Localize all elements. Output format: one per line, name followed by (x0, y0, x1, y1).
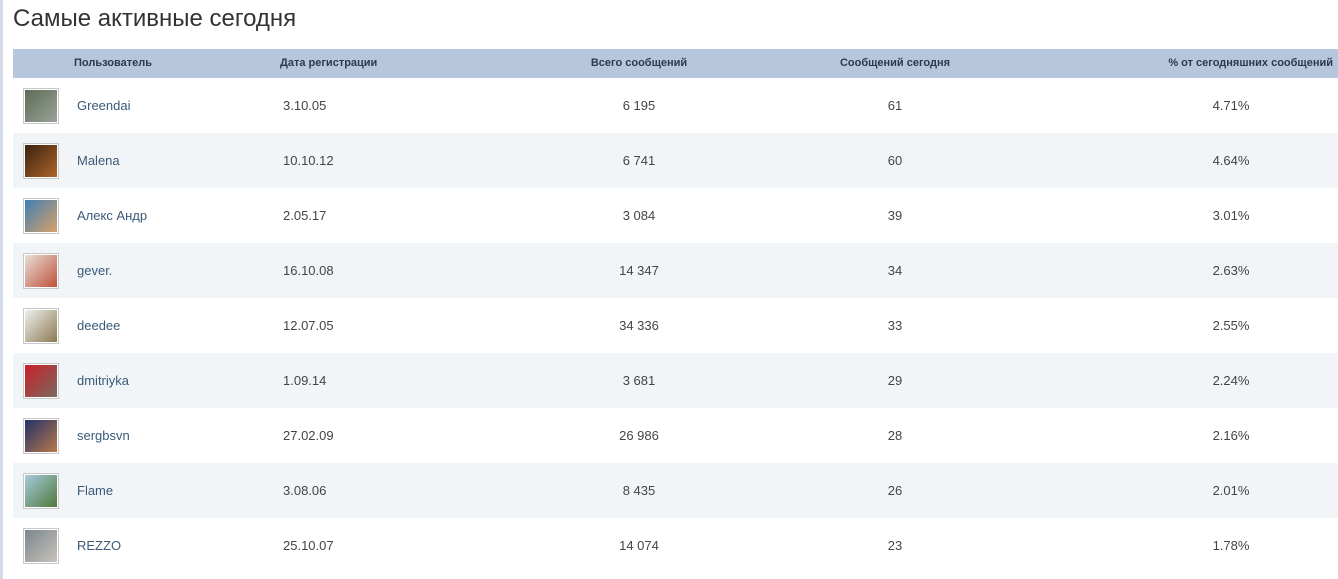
user-name-link[interactable]: REZZO (77, 518, 121, 573)
avatar-image (25, 475, 57, 507)
table-row: Greendai 3.10.05 6 195 61 4.71% (13, 78, 1338, 133)
avatar-image (25, 365, 57, 397)
user-name-link[interactable]: Greendai (77, 78, 130, 133)
avatar-image (25, 200, 57, 232)
user-avatar[interactable] (23, 308, 59, 344)
percent-today: 1.78% (1212, 538, 1250, 553)
user-avatar[interactable] (23, 473, 59, 509)
table-row: REZZO 25.10.07 14 074 23 1.78% (13, 518, 1338, 573)
percent-today: 4.71% (1212, 98, 1250, 113)
left-border (0, 0, 3, 579)
header-total-posts[interactable]: Всего сообщений (544, 49, 734, 78)
user-name-link[interactable]: dmitriyka (77, 353, 129, 408)
total-posts: 6 741 (622, 153, 656, 168)
registration-date: 3.10.05 (283, 98, 327, 113)
posts-today: 34 (887, 263, 903, 278)
active-users-table: Пользователь Дата регистрации Всего сооб… (13, 49, 1338, 573)
posts-today: 60 (887, 153, 903, 168)
table-row: Алекс Андр 2.05.17 3 084 39 3.01% (13, 188, 1338, 243)
percent-today: 2.16% (1212, 428, 1250, 443)
posts-today: 23 (887, 538, 903, 553)
table-header: Пользователь Дата регистрации Всего сооб… (13, 49, 1338, 78)
header-posts-today[interactable]: Сообщений сегодня (800, 49, 990, 78)
user-avatar[interactable] (23, 253, 59, 289)
percent-today: 3.01% (1212, 208, 1250, 223)
total-posts: 8 435 (622, 483, 656, 498)
avatar-image (25, 90, 57, 122)
avatar-image (25, 310, 57, 342)
table-body: Greendai 3.10.05 6 195 61 4.71% Malena 10.10.1… (13, 78, 1338, 573)
registration-date: 3.08.06 (283, 483, 327, 498)
header-registered[interactable]: Дата регистрации (280, 49, 377, 78)
avatar-image (25, 255, 57, 287)
user-name-link[interactable]: Алекс Андр (77, 188, 147, 243)
posts-today: 39 (887, 208, 903, 223)
percent-today: 2.55% (1212, 318, 1250, 333)
table-row: dmitriyka 1.09.14 3 681 29 2.24% (13, 353, 1338, 408)
user-name-link[interactable]: Malena (77, 133, 120, 188)
user-avatar[interactable] (23, 88, 59, 124)
percent-today: 2.01% (1212, 483, 1250, 498)
total-posts: 6 195 (622, 98, 656, 113)
avatar-image (25, 530, 57, 562)
total-posts: 26 986 (619, 428, 659, 443)
registration-date: 12.07.05 (283, 318, 334, 333)
user-name-link[interactable]: sergbsvn (77, 408, 130, 463)
user-name-link[interactable]: Flame (77, 463, 113, 518)
posts-today: 26 (887, 483, 903, 498)
user-avatar[interactable] (23, 418, 59, 454)
total-posts: 14 074 (619, 538, 659, 553)
posts-today: 33 (887, 318, 903, 333)
percent-today: 4.64% (1212, 153, 1250, 168)
user-name-link[interactable]: gever. (77, 243, 112, 298)
table-row: gever. 16.10.08 14 347 34 2.63% (13, 243, 1338, 298)
registration-date: 1.09.14 (283, 373, 327, 388)
posts-today: 61 (887, 98, 903, 113)
page-title: Самые активные сегодня (13, 5, 297, 32)
registration-date: 2.05.17 (283, 208, 327, 223)
table-row: deedee 12.07.05 34 336 33 2.55% (13, 298, 1338, 353)
user-avatar[interactable] (23, 198, 59, 234)
total-posts: 34 336 (619, 318, 659, 333)
header-percent-today[interactable]: % от сегодняшних сообщений (1093, 49, 1333, 78)
avatar-image (25, 420, 57, 452)
registration-date: 10.10.12 (283, 153, 334, 168)
user-name-link[interactable]: deedee (77, 298, 120, 353)
avatar-image (25, 145, 57, 177)
user-avatar[interactable] (23, 363, 59, 399)
registration-date: 25.10.07 (283, 538, 334, 553)
total-posts: 3 084 (622, 208, 656, 223)
total-posts: 3 681 (622, 373, 656, 388)
registration-date: 27.02.09 (283, 428, 334, 443)
user-avatar[interactable] (23, 528, 59, 564)
header-user[interactable]: Пользователь (74, 49, 152, 78)
percent-today: 2.24% (1212, 373, 1250, 388)
user-avatar[interactable] (23, 143, 59, 179)
registration-date: 16.10.08 (283, 263, 334, 278)
posts-today: 29 (887, 373, 903, 388)
percent-today: 2.63% (1212, 263, 1250, 278)
table-row: Flame 3.08.06 8 435 26 2.01% (13, 463, 1338, 518)
total-posts: 14 347 (619, 263, 659, 278)
table-row: Malena 10.10.12 6 741 60 4.64% (13, 133, 1338, 188)
posts-today: 28 (887, 428, 903, 443)
table-row: sergbsvn 27.02.09 26 986 28 2.16% (13, 408, 1338, 463)
